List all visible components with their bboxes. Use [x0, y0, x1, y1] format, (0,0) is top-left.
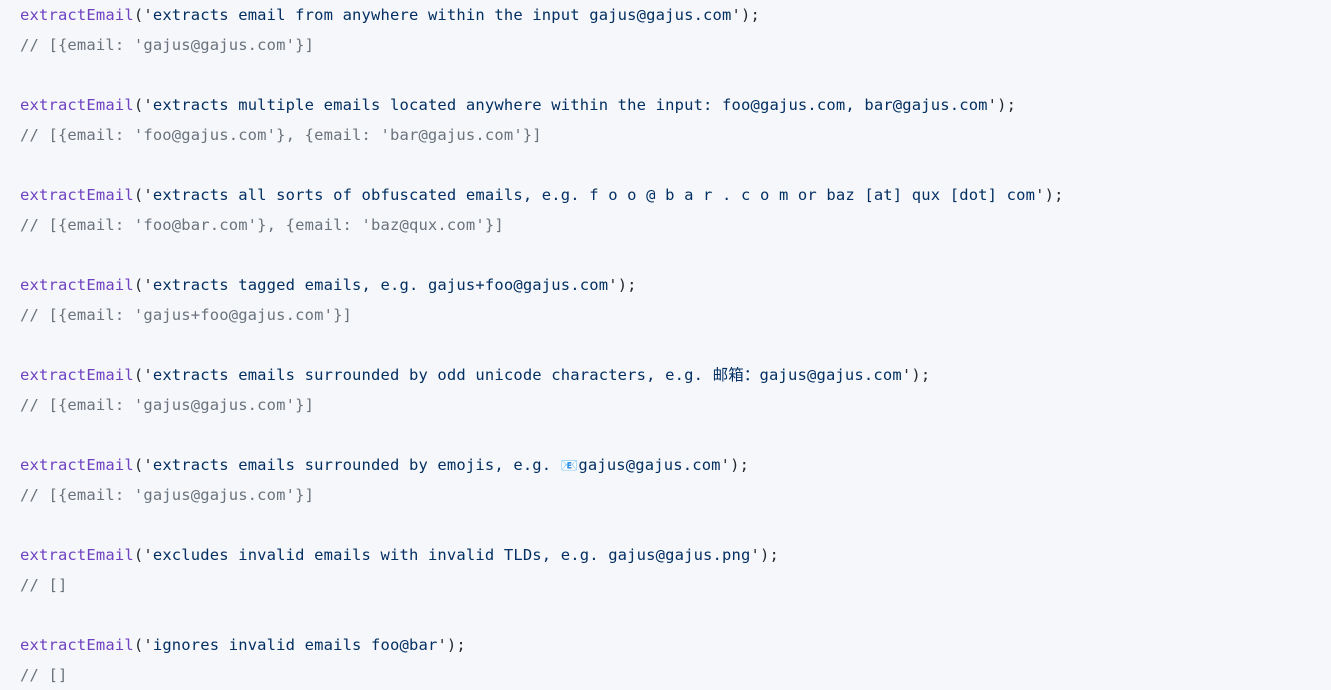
code-block-group: extractEmail('ignores invalid emails foo… — [20, 630, 1331, 690]
function-name: extractEmail — [20, 456, 134, 474]
call-open-paren: (' — [133, 6, 153, 24]
function-name: extractEmail — [20, 6, 134, 24]
string-argument-prefix: extracts emails surrounded by odd unicod… — [152, 366, 713, 384]
string-argument-prefix: extracts emails surrounded by emojis, e.… — [152, 456, 561, 474]
result-comment: // [{email: 'foo@bar.com'}, {email: 'baz… — [20, 216, 504, 234]
code-line-comment: // [{email: 'gajus@gajus.com'}] — [20, 30, 1331, 60]
string-argument: extracts multiple emails located anywher… — [152, 96, 988, 114]
code-block-group: extractEmail('extracts email from anywhe… — [20, 0, 1331, 90]
code-line-comment: // [{email: 'gajus@gajus.com'}] — [20, 480, 1331, 510]
function-name: extractEmail — [20, 186, 134, 204]
result-comment: // [{email: 'gajus@gajus.com'}] — [20, 36, 315, 54]
code-line-call: extractEmail('extracts email from anywhe… — [20, 0, 1331, 30]
string-argument: ignores invalid emails foo@bar — [152, 636, 438, 654]
call-open-paren: (' — [133, 546, 153, 564]
code-line-call: extractEmail('extracts all sorts of obfu… — [20, 180, 1331, 210]
code-line-call: extractEmail('extracts tagged emails, e.… — [20, 270, 1331, 300]
result-comment: // [{email: 'gajus@gajus.com'}] — [20, 396, 315, 414]
code-block-group: extractEmail('extracts emails surrounded… — [20, 450, 1331, 540]
call-open-paren: (' — [133, 636, 153, 654]
call-close-paren: '); — [987, 96, 1017, 114]
call-close-paren: '); — [437, 636, 466, 654]
call-close-paren: '); — [750, 546, 779, 564]
string-argument: excludes invalid emails with invalid TLD… — [152, 546, 751, 564]
code-block-group: extractEmail('excludes invalid emails wi… — [20, 540, 1331, 630]
call-close-paren: '); — [1035, 186, 1064, 204]
call-open-paren: (' — [133, 276, 153, 294]
code-line-comment: // [{email: 'foo@gajus.com'}, {email: 'b… — [20, 120, 1331, 150]
code-block-group: extractEmail('extracts all sorts of obfu… — [20, 180, 1331, 270]
string-argument-suffix: gajus@gajus.com — [759, 366, 902, 384]
code-line-call: extractEmail('excludes invalid emails wi… — [20, 540, 1331, 570]
function-name: extractEmail — [20, 546, 134, 564]
call-close-paren: '); — [731, 6, 760, 24]
string-argument: extracts tagged emails, e.g. gajus+foo@g… — [152, 276, 609, 294]
function-name: extractEmail — [20, 96, 134, 114]
result-comment: // [] — [20, 576, 68, 594]
cjk-text: 邮箱： — [712, 366, 760, 384]
call-open-paren: (' — [133, 366, 153, 384]
call-close-paren: '); — [720, 456, 750, 474]
code-line-comment: // [{email: 'foo@bar.com'}, {email: 'baz… — [20, 210, 1331, 240]
code-line-call: extractEmail('extracts emails surrounded… — [20, 360, 1331, 390]
code-block-group: extractEmail('extracts tagged emails, e.… — [20, 270, 1331, 360]
result-comment: // [] — [20, 666, 68, 684]
code-line-call: extractEmail('extracts emails surrounded… — [20, 450, 1331, 480]
call-open-paren: (' — [133, 186, 153, 204]
code-line-call: extractEmail('extracts multiple emails l… — [20, 90, 1331, 120]
result-comment: // [{email: 'foo@gajus.com'}, {email: 'b… — [20, 126, 542, 144]
code-line-comment: // [] — [20, 660, 1331, 690]
code-line-comment: // [{email: 'gajus@gajus.com'}] — [20, 390, 1331, 420]
string-argument-suffix: gajus@gajus.com — [578, 456, 721, 474]
call-open-paren: (' — [133, 96, 153, 114]
code-line-comment: // [] — [20, 570, 1331, 600]
code-block[interactable]: extractEmail('extracts email from anywhe… — [0, 0, 1331, 689]
code-line-comment: // [{email: 'gajus+foo@gajus.com'}] — [20, 300, 1331, 330]
email-emoji-icon: 📧 — [560, 458, 579, 474]
string-argument: extracts all sorts of obfuscated emails,… — [152, 186, 1036, 204]
call-open-paren: (' — [133, 456, 153, 474]
function-name: extractEmail — [20, 366, 134, 384]
result-comment: // [{email: 'gajus+foo@gajus.com'}] — [20, 306, 353, 324]
function-name: extractEmail — [20, 636, 134, 654]
call-close-paren: '); — [608, 276, 637, 294]
result-comment: // [{email: 'gajus@gajus.com'}] — [20, 486, 315, 504]
code-line-call: extractEmail('ignores invalid emails foo… — [20, 630, 1331, 660]
code-block-group: extractEmail('extracts emails surrounded… — [20, 360, 1331, 450]
function-name: extractEmail — [20, 276, 134, 294]
call-close-paren: '); — [901, 366, 931, 384]
string-argument: extracts email from anywhere within the … — [152, 6, 732, 24]
code-block-group: extractEmail('extracts multiple emails l… — [20, 90, 1331, 180]
